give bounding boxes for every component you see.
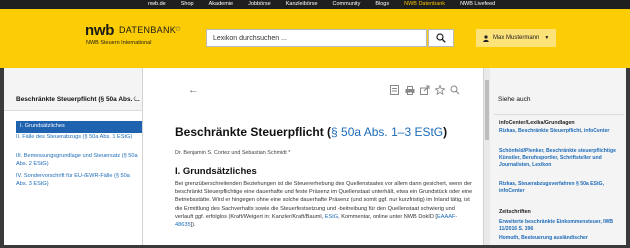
topnav-link-nwb[interactable]: nwb.de — [148, 0, 166, 9]
search-button[interactable] — [428, 29, 454, 47]
toc-item-label: I. Grundsätzliches — [20, 123, 65, 129]
document-title-end: ) — [443, 125, 448, 139]
toc-item-label: II. Fälle des Steuerabzugs (§ 50a Abs. 1… — [16, 134, 133, 140]
document-title-text: Beschränkte Steuerpflicht ( — [175, 125, 332, 139]
bookmark-star-icon[interactable] — [432, 84, 447, 96]
topnav-link-livefeed[interactable]: NWB Livefeed — [460, 0, 495, 9]
related-link[interactable]: Homuth, Besteuerung ausländischer — [499, 235, 623, 242]
top-navigation-bar: nwb.de Shop Akademie Jobbörse Kanzleibör… — [0, 0, 630, 9]
toc-item-label: IV. Sondervorschrift für EU-/EWR-Fälle (… — [16, 173, 130, 187]
product-name: DATENBANK — [119, 25, 177, 35]
more-options-icon[interactable] — [447, 84, 462, 96]
paragraph-text-c: ]). — [190, 222, 196, 229]
brand-logo[interactable]: nwb — [85, 22, 114, 39]
user-name: Max Mustermann — [493, 35, 540, 41]
toc-item-sondervorschrift[interactable]: IV. Sondervorschrift für EU-/EWR-Fälle (… — [16, 173, 140, 188]
toc-item-steuerabzug[interactable]: II. Fälle des Steuerabzugs (§ 50a Abs. 1… — [16, 134, 140, 142]
user-icon — [483, 34, 489, 42]
section-heading: I. Grundsätzliches — [175, 166, 257, 177]
related-link[interactable]: Rizkas, Steuerabzugsverfahren § 50a EStG… — [499, 181, 623, 195]
document-authors: Dr. Benjamin S. Cortez und Sebastian Sch… — [175, 150, 291, 156]
paragraph-link-estg[interactable]: EStG — [325, 214, 338, 220]
search-input[interactable] — [207, 30, 426, 46]
back-arrow-icon[interactable]: ← — [188, 84, 199, 96]
top-navigation-links: nwb.de Shop Akademie Jobbörse Kanzleibör… — [148, 0, 510, 9]
topnav-link-blogs[interactable]: Blogs — [375, 0, 389, 9]
print-icon[interactable] — [402, 84, 417, 96]
paragraph-text-b: , Kommentar, online unter NWB DokID [ — [338, 213, 437, 220]
related-link[interactable]: Schönfeld/Plenker, Beschränkte steuerpfl… — [499, 148, 623, 169]
related-category: infoCenter/Lexika/Grundlagen — [499, 120, 575, 126]
toc-item-grundsaetzliches[interactable]: I. Grundsätzliches — [16, 121, 142, 133]
topnav-link-kanzleiboerse[interactable]: Kanzleibörse — [286, 0, 318, 9]
search-icon — [436, 33, 446, 43]
related-category: Zeitschriften — [499, 209, 531, 215]
collapse-sidebar-icon[interactable]: ‹ — [133, 93, 136, 104]
topnav-link-jobboerse[interactable]: Jobbörse — [248, 0, 271, 9]
document-title-law-link[interactable]: § 50a Abs. 1–3 EStG — [331, 125, 443, 139]
user-menu[interactable]: Max Mustermann ▼ — [476, 29, 556, 47]
toc-item-label: III. Bemessungsgrundlage und Steuersatz … — [16, 153, 138, 167]
topnav-link-datenbank[interactable]: NWB Datenbank — [404, 0, 445, 9]
favorite-star-icon[interactable]: ✩ — [175, 25, 181, 33]
download-pdf-icon[interactable] — [387, 84, 402, 96]
document-toolbar — [387, 84, 462, 96]
table-of-contents: I. Grundsätzliches II. Fälle des Steuera… — [4, 112, 142, 245]
product-subline: NWB Steuern International — [86, 40, 152, 46]
document-title: Beschränkte Steuerpflicht (§ 50a Abs. 1–… — [175, 125, 447, 139]
scrollbar-thumb[interactable] — [485, 80, 489, 140]
document-paragraph: Bei grenzüberschreitenden Beziehungen is… — [175, 180, 473, 229]
topnav-link-community[interactable]: Community — [333, 0, 361, 9]
document-short-title: Beschränkte Steuerpflicht (§ 50a Abs. ..… — [16, 96, 140, 103]
lexicon-search-box — [206, 29, 427, 47]
divider — [494, 114, 624, 115]
share-icon[interactable] — [417, 84, 432, 96]
toc-item-bemessungsgrundlage[interactable]: III. Bemessungsgrundlage und Steuersatz … — [16, 153, 140, 168]
chevron-down-icon: ▼ — [544, 35, 550, 41]
related-link[interactable]: Erweiterte beschränkte Einkommensteuer, … — [499, 219, 623, 233]
related-heading: Siehe auch — [498, 96, 531, 103]
topnav-link-akademie[interactable]: Akademie — [209, 0, 233, 9]
topnav-link-shop[interactable]: Shop — [181, 0, 194, 9]
related-link[interactable]: Rizkas, Beschränkte Steuerpflicht, infoC… — [499, 128, 623, 135]
